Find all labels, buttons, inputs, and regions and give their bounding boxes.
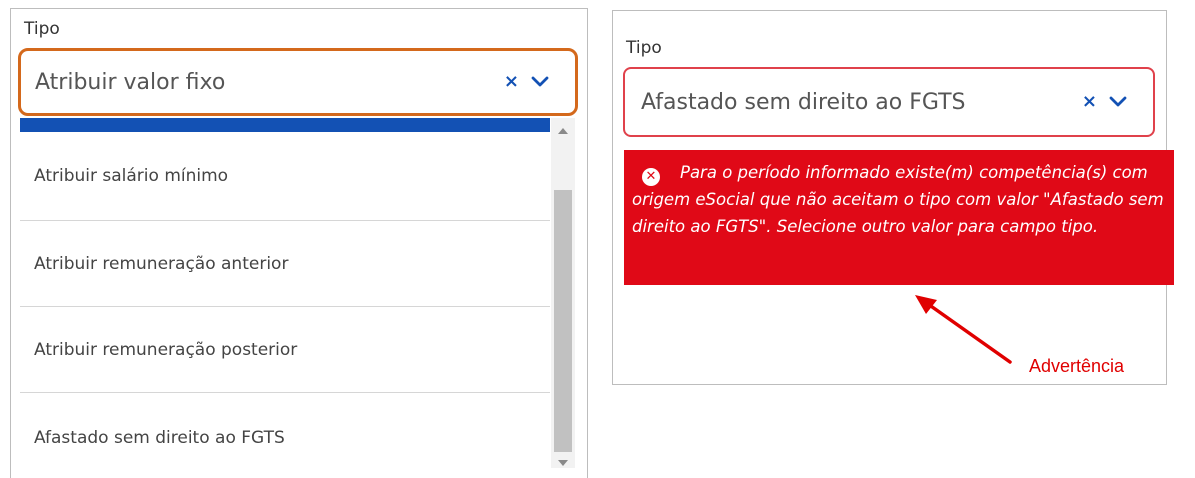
- dropdown-list: Atribuir salário mínimo Atribuir remuner…: [20, 118, 550, 468]
- left-field-label: Tipo: [24, 19, 60, 39]
- scroll-thumb[interactable]: [554, 190, 572, 452]
- chevron-down-icon[interactable]: [531, 76, 549, 88]
- option-label: Afastado sem direito ao FGTS: [34, 428, 285, 448]
- option-atribuir-remuneracao-anterior[interactable]: Atribuir remuneração anterior: [20, 221, 550, 307]
- option-label: Atribuir remuneração anterior: [34, 253, 289, 274]
- clear-icon[interactable]: ×: [504, 73, 519, 91]
- clear-icon[interactable]: ×: [1082, 93, 1097, 111]
- error-x-icon: ✕: [642, 168, 660, 186]
- error-message-text: Para o período informado existe(m) compe…: [632, 163, 1164, 236]
- highlighted-option[interactable]: [20, 118, 550, 132]
- option-afastado-sem-direito-fgts[interactable]: Afastado sem direito ao FGTS: [20, 393, 550, 468]
- scroll-up-icon[interactable]: [558, 128, 568, 134]
- right-select-value: Afastado sem direito ao FGTS: [641, 89, 966, 115]
- dropdown-scrollbar[interactable]: [551, 118, 575, 468]
- left-tipo-select[interactable]: Atribuir valor fixo ×: [18, 48, 578, 116]
- right-field-label: Tipo: [626, 38, 662, 58]
- error-message-box: ✕ Para o período informado existe(m) comp…: [624, 150, 1174, 285]
- option-label: Atribuir salário mínimo: [34, 166, 229, 186]
- annotation-label: Advertência: [1029, 356, 1125, 376]
- chevron-down-icon[interactable]: [1109, 96, 1127, 108]
- option-atribuir-remuneracao-posterior[interactable]: Atribuir remuneração posterior: [20, 307, 550, 393]
- scroll-down-icon[interactable]: [558, 460, 568, 466]
- left-select-value: Atribuir valor fixo: [35, 69, 226, 95]
- right-tipo-select[interactable]: Afastado sem direito ao FGTS ×: [623, 67, 1155, 137]
- error-message: ✕ Para o período informado existe(m) comp…: [632, 159, 1166, 240]
- option-atribuir-salario-minimo[interactable]: Atribuir salário mínimo: [20, 132, 550, 221]
- option-label: Atribuir remuneração posterior: [34, 339, 298, 360]
